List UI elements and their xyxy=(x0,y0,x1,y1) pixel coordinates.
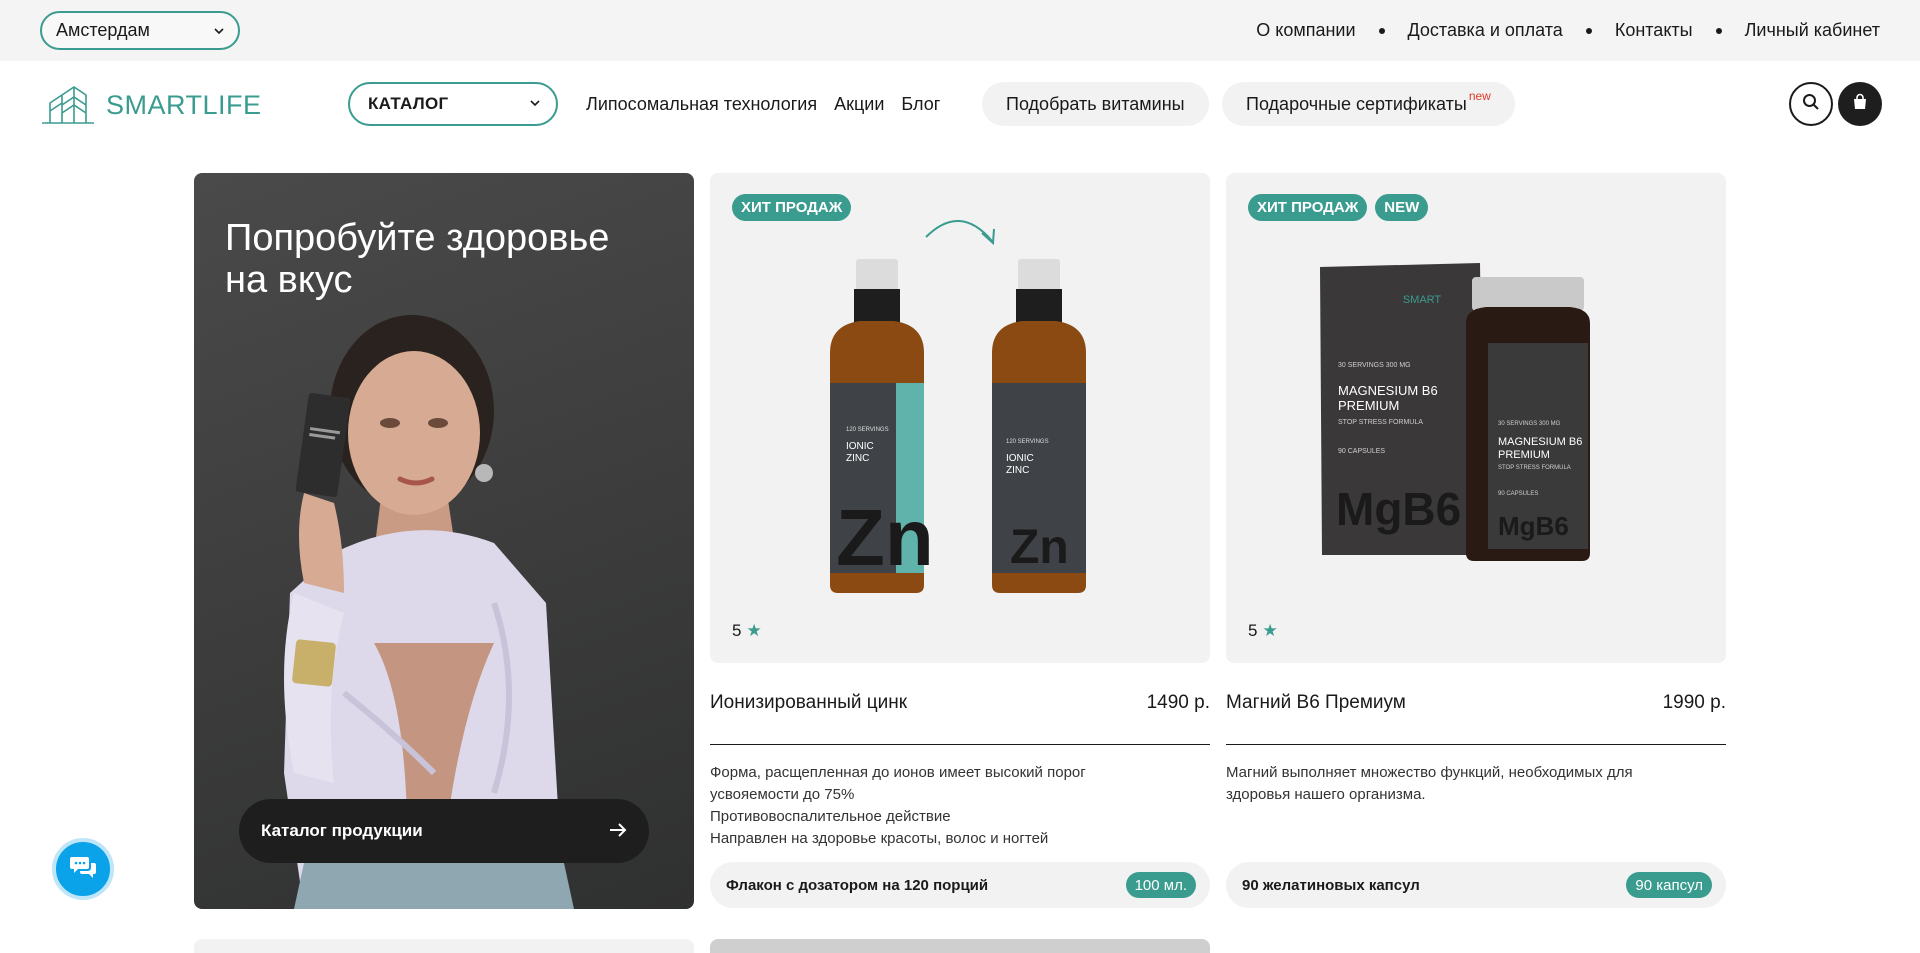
gift-certificates-label: Подарочные сертификаты xyxy=(1246,93,1467,114)
pick-vitamins-label: Подобрать витамины xyxy=(1006,93,1185,114)
description-line: Форма, расщепленная до ионов имеет высок… xyxy=(710,764,1086,803)
main-header: SMARTLIFE КАТАЛОГ Липосомальная технолог… xyxy=(0,61,1920,147)
svg-text:Zn: Zn xyxy=(836,493,934,582)
svg-text:IONIC: IONIC xyxy=(1006,453,1034,464)
product-card-image[interactable]: ХИТ ПРОДАЖ 120 SERVINGS IONIC ZINC Zn 12… xyxy=(710,173,1210,663)
next-card-peek xyxy=(194,939,694,953)
link-about[interactable]: О компании xyxy=(1256,20,1355,41)
nav-promotions[interactable]: Акции xyxy=(834,94,884,115)
svg-text:MgB6: MgB6 xyxy=(1498,511,1569,541)
top-bar: Амстердам О компании Доставка и оплата К… xyxy=(0,0,1920,61)
svg-text:STOP STRESS FORMULA: STOP STRESS FORMULA xyxy=(1338,419,1423,426)
link-contacts[interactable]: Контакты xyxy=(1615,20,1693,41)
nav-blog[interactable]: Блог xyxy=(901,94,940,115)
new-label: new xyxy=(1468,89,1491,103)
separator-dot xyxy=(1715,27,1722,34)
product-price: 1490 р. xyxy=(1146,692,1210,713)
product-variant[interactable]: 90 желатиновых капсул 90 капсул xyxy=(1226,862,1726,908)
product-title[interactable]: Магний B6 Премиум xyxy=(1226,692,1406,714)
logo-text: SMARTLIFE xyxy=(106,90,262,120)
separator-dot xyxy=(1378,27,1385,34)
catalog-button-label: КАТАЛОГ xyxy=(368,94,449,113)
svg-text:STOP STRESS FORMULA: STOP STRESS FORMULA xyxy=(1498,465,1571,471)
description-line: Направлен на здоровье красоты, волос и н… xyxy=(710,830,1049,847)
variant-badge: 100 мл. xyxy=(1125,872,1196,898)
svg-text:Zn: Zn xyxy=(1010,521,1069,574)
star-icon: ★ xyxy=(1262,621,1278,640)
svg-text:MAGNESIUM B6: MAGNESIUM B6 xyxy=(1498,436,1582,448)
gift-certificates-button[interactable]: Подарочные сертификаты new xyxy=(1222,82,1515,126)
catalog-cta-label: Каталог продукции xyxy=(261,821,423,840)
product-variant[interactable]: Флакон с дозатором на 120 порций 100 мл. xyxy=(710,862,1210,908)
svg-text:90 CAPSULES: 90 CAPSULES xyxy=(1338,448,1385,455)
cart-button[interactable] xyxy=(1838,82,1882,126)
top-links: О компании Доставка и оплата Контакты Ли… xyxy=(1256,0,1880,61)
chat-widget-button[interactable] xyxy=(52,838,114,900)
chevron-down-icon xyxy=(214,24,224,38)
link-delivery[interactable]: Доставка и оплата xyxy=(1408,20,1563,41)
product-description: Форма, расщепленная до ионов имеет высок… xyxy=(710,762,1150,850)
svg-text:MAGNESIUM B6: MAGNESIUM B6 xyxy=(1338,383,1438,398)
svg-text:90 CAPSULES: 90 CAPSULES xyxy=(1498,491,1538,497)
product-rating: 5 ★ xyxy=(1248,621,1278,641)
link-account[interactable]: Личный кабинет xyxy=(1745,20,1880,41)
svg-text:ZINC: ZINC xyxy=(846,453,869,464)
svg-text:120 SERVINGS: 120 SERVINGS xyxy=(846,427,889,433)
chevron-down-icon xyxy=(530,96,540,110)
catalog-cta-button[interactable]: Каталог продукции xyxy=(239,799,649,863)
star-icon: ★ xyxy=(746,621,762,640)
svg-text:SMART: SMART xyxy=(1403,294,1442,306)
nav-liposomal[interactable]: Липосомальная технология xyxy=(586,94,817,115)
promo-title: Попробуйте здоровье на вкус xyxy=(225,217,610,301)
description-line: Магний выполняет множество функций, необ… xyxy=(1226,764,1633,803)
pick-vitamins-button[interactable]: Подобрать витамины xyxy=(982,82,1209,126)
svg-text:ZINC: ZINC xyxy=(1006,465,1029,476)
promo-banner: Попробуйте здоровье на вкус Каталог прод… xyxy=(194,173,694,909)
svg-text:30 SERVINGS 300 MG: 30 SERVINGS 300 MG xyxy=(1498,421,1561,427)
svg-text:PREMIUM: PREMIUM xyxy=(1498,449,1550,461)
zinc-bottles-image: 120 SERVINGS IONIC ZINC Zn 120 SERVINGS … xyxy=(830,220,1086,593)
variant-label: 90 желатиновых капсул xyxy=(1242,876,1420,894)
product-description: Магний выполняет множество функций, необ… xyxy=(1226,762,1666,806)
variant-badge: 90 капсул xyxy=(1626,872,1712,898)
svg-text:MgB6: MgB6 xyxy=(1336,483,1461,535)
search-icon xyxy=(1802,93,1820,116)
city-select-value: Амстердам xyxy=(56,20,150,40)
product-title[interactable]: Ионизированный цинк xyxy=(710,692,907,714)
rating-value: 5 xyxy=(732,621,742,640)
svg-text:PREMIUM: PREMIUM xyxy=(1338,398,1399,413)
svg-text:30 SERVINGS 300 MG: 30 SERVINGS 300 MG xyxy=(1338,362,1411,369)
city-select[interactable]: Амстердам xyxy=(40,11,240,50)
separator-dot xyxy=(1585,27,1592,34)
svg-text:IONIC: IONIC xyxy=(846,441,874,452)
divider xyxy=(1226,744,1726,745)
product-card-image[interactable]: ХИТ ПРОДАЖ NEW SMART 30 SERVINGS 300 MG … xyxy=(1226,173,1726,663)
product-rating: 5 ★ xyxy=(732,621,762,641)
description-line: Противовоспалительное действие xyxy=(710,808,951,825)
main-nav: Липосомальная технология Акции Блог xyxy=(586,82,957,126)
catalog-button[interactable]: КАТАЛОГ xyxy=(348,82,558,126)
rating-value: 5 xyxy=(1248,621,1258,640)
svg-text:120 SERVINGS: 120 SERVINGS xyxy=(1006,439,1049,445)
variant-label: Флакон с дозатором на 120 порций xyxy=(726,876,989,894)
shopping-bag-icon xyxy=(1851,93,1869,116)
next-card-peek xyxy=(710,939,1210,953)
logo[interactable]: SMARTLIFE xyxy=(40,81,262,130)
search-button[interactable] xyxy=(1789,82,1833,126)
logo-icon xyxy=(40,81,96,130)
magnesium-product-image: SMART 30 SERVINGS 300 MG MAGNESIUM B6 PR… xyxy=(1320,263,1590,561)
chat-icon xyxy=(69,854,97,885)
arrow-right-icon xyxy=(607,819,629,846)
product-price: 1990 р. xyxy=(1662,692,1726,713)
divider xyxy=(710,744,1210,745)
